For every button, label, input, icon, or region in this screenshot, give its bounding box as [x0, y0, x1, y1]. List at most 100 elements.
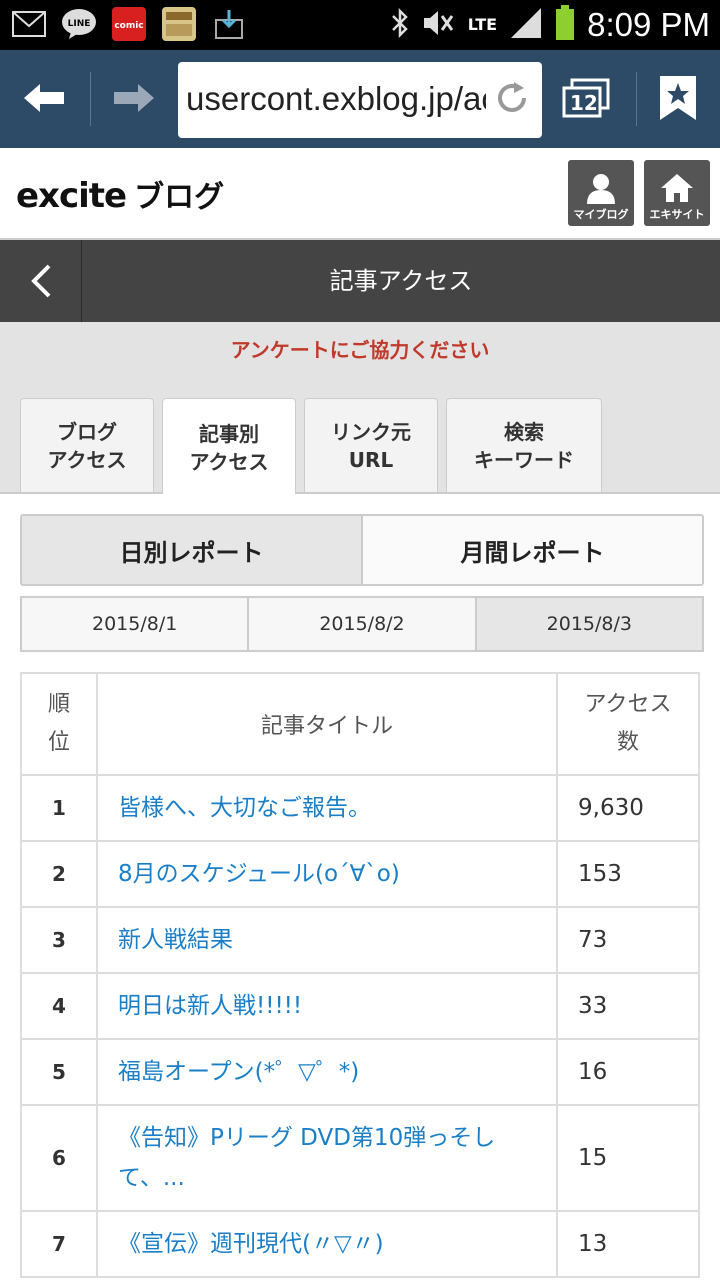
report-content: 日別レポート 月間レポート 2015/8/1 2015/8/2 2015/8/3…	[0, 494, 720, 1280]
my-blog-button[interactable]: マイブログ	[568, 160, 634, 226]
access-count-cell: 9,630	[556, 774, 700, 842]
access-count-cell: 153	[556, 840, 700, 908]
table-row: 7 《宣伝》週刊現代(〃▽〃) 13	[20, 1210, 700, 1278]
tab-blog-access[interactable]: ブログ アクセス	[20, 398, 154, 492]
date-button[interactable]: 2015/8/2	[249, 598, 477, 650]
notification-icons: LINE comic	[10, 6, 248, 42]
rank-cell: 5	[20, 1038, 98, 1106]
tab-label: ブログ	[57, 419, 117, 444]
table-row: 6 《告知》Pリーグ DVD第10弾っそして、... 15	[20, 1104, 700, 1212]
back-button[interactable]	[0, 240, 82, 322]
excite-home-label: エキサイト	[649, 208, 705, 221]
article-title-link[interactable]: 皆様へ、大切なご報告。	[96, 774, 558, 842]
rank-cell: 6	[20, 1104, 98, 1212]
table-row: 5 福島オープン(*゜▽゜*) 16	[20, 1038, 700, 1106]
date-button-selected[interactable]: 2015/8/3	[476, 598, 702, 650]
tab-label: アクセス	[189, 449, 269, 474]
tab-article-access[interactable]: 記事別 アクセス	[162, 398, 296, 496]
user-icon	[587, 174, 615, 204]
count-header: アクセス 数	[556, 672, 700, 776]
access-count-cell: 73	[556, 906, 700, 974]
article-access-table: 順 位 記事タイトル アクセス 数 1 皆様へ、大切なご報告。 9,630 2 …	[20, 672, 700, 1278]
tab-referrer-url[interactable]: リンク元 URL	[304, 398, 438, 492]
bookmark-icon[interactable]	[648, 68, 708, 128]
page-title: 記事アクセス	[329, 267, 473, 295]
access-tabs: ブログアクセス 記事別アクセス リンク元 URL 検索キーワード	[0, 394, 720, 496]
reload-icon[interactable]	[494, 80, 530, 120]
tab-label: アクセス	[47, 447, 127, 472]
table-header-row: 順 位 記事タイトル アクセス 数	[20, 672, 700, 776]
battery-icon	[555, 5, 575, 45]
rank-cell: 7	[20, 1210, 98, 1278]
rank-header-line: 順	[47, 692, 70, 717]
logo-excite-text: excite	[16, 176, 127, 216]
comic-icon: comic	[110, 6, 148, 42]
svg-text:comic: comic	[114, 21, 143, 31]
url-bar[interactable]: usercont.exblog.jp/ac	[178, 62, 542, 138]
article-title-link[interactable]: 明日は新人戦!!!!!	[96, 972, 558, 1040]
tab-count-label: 12	[570, 91, 598, 115]
rank-cell: 3	[20, 906, 98, 974]
clock: 8:09 PM	[587, 6, 710, 43]
tab-search-keyword[interactable]: 検索 キーワード	[446, 398, 602, 492]
table-row: 2 8月のスケジュール(o´∀`o) 153	[20, 840, 700, 908]
system-icons: LTE 8:09 PM	[390, 0, 710, 50]
toolbar-divider	[90, 72, 91, 126]
mute-icon	[422, 8, 456, 42]
date-button[interactable]: 2015/8/1	[22, 598, 250, 650]
line-icon: LINE	[60, 6, 98, 42]
count-header-line: 数	[616, 730, 639, 755]
tab-label: 検索	[504, 419, 544, 444]
article-title-link[interactable]: 《告知》Pリーグ DVD第10弾っそして、...	[96, 1104, 558, 1212]
article-title-link[interactable]: 新人戦結果	[96, 906, 558, 974]
excite-home-button[interactable]: エキサイト	[644, 160, 710, 226]
article-title-link[interactable]: 8月のスケジュール(o´∀`o)	[96, 840, 558, 908]
rank-header-line: 位	[47, 730, 70, 755]
tabs-counter-button[interactable]: 12	[562, 78, 610, 118]
svg-text:LINE: LINE	[68, 19, 91, 29]
forward-arrow-icon[interactable]	[104, 68, 164, 128]
survey-link[interactable]: アンケートにご協力ください	[0, 322, 720, 394]
download-icon	[210, 6, 248, 42]
access-count-cell: 33	[556, 972, 700, 1040]
table-row: 4 明日は新人戦!!!!! 33	[20, 972, 700, 1040]
bluetooth-icon	[390, 7, 410, 43]
rank-cell: 2	[20, 840, 98, 908]
title-header: 記事タイトル	[96, 672, 558, 776]
network-type: LTE	[467, 15, 498, 34]
date-selector: 2015/8/1 2015/8/2 2015/8/3	[20, 596, 704, 652]
rank-header: 順 位	[20, 672, 98, 776]
signal-icon	[509, 6, 543, 44]
home-icon	[661, 174, 693, 202]
page-title-bar: 記事アクセス	[0, 240, 720, 322]
tab-label: キーワード	[474, 447, 574, 472]
toolbar-divider	[636, 72, 637, 126]
rank-cell: 4	[20, 972, 98, 1040]
status-bar: LINE comic LTE 8:09 PM	[0, 0, 720, 50]
logo-blog-text: ブログ	[134, 180, 225, 215]
browser-toolbar: usercont.exblog.jp/ac 12	[0, 50, 720, 148]
table-row: 1 皆様へ、大切なご報告。 9,630	[20, 774, 700, 842]
access-count-cell: 15	[556, 1104, 700, 1212]
tab-label: リンク元	[331, 419, 411, 444]
tab-label: URL	[348, 447, 394, 472]
table-row: 3 新人戦結果 73	[20, 906, 700, 974]
tab-label: 記事別	[199, 421, 259, 446]
article-title-link[interactable]: 福島オープン(*゜▽゜*)	[96, 1038, 558, 1106]
access-count-cell: 16	[556, 1038, 700, 1106]
chevron-left-icon	[30, 264, 50, 298]
game-icon	[160, 6, 198, 42]
my-blog-label: マイブログ	[573, 208, 629, 221]
access-count-cell: 13	[556, 1210, 700, 1278]
daily-report-button[interactable]: 日別レポート	[22, 516, 363, 584]
url-text[interactable]: usercont.exblog.jp/ac	[186, 80, 486, 118]
report-period-toggle: 日別レポート 月間レポート	[20, 514, 704, 586]
excite-blog-logo[interactable]: excite ブログ	[16, 172, 224, 216]
mail-icon	[10, 6, 48, 42]
monthly-report-button[interactable]: 月間レポート	[363, 516, 702, 584]
count-header-line: アクセス	[584, 692, 672, 717]
rank-cell: 1	[20, 774, 98, 842]
site-header: excite ブログ マイブログ エキサイト	[0, 148, 720, 240]
article-title-link[interactable]: 《宣伝》週刊現代(〃▽〃)	[96, 1210, 558, 1278]
back-arrow-icon[interactable]	[14, 68, 74, 128]
